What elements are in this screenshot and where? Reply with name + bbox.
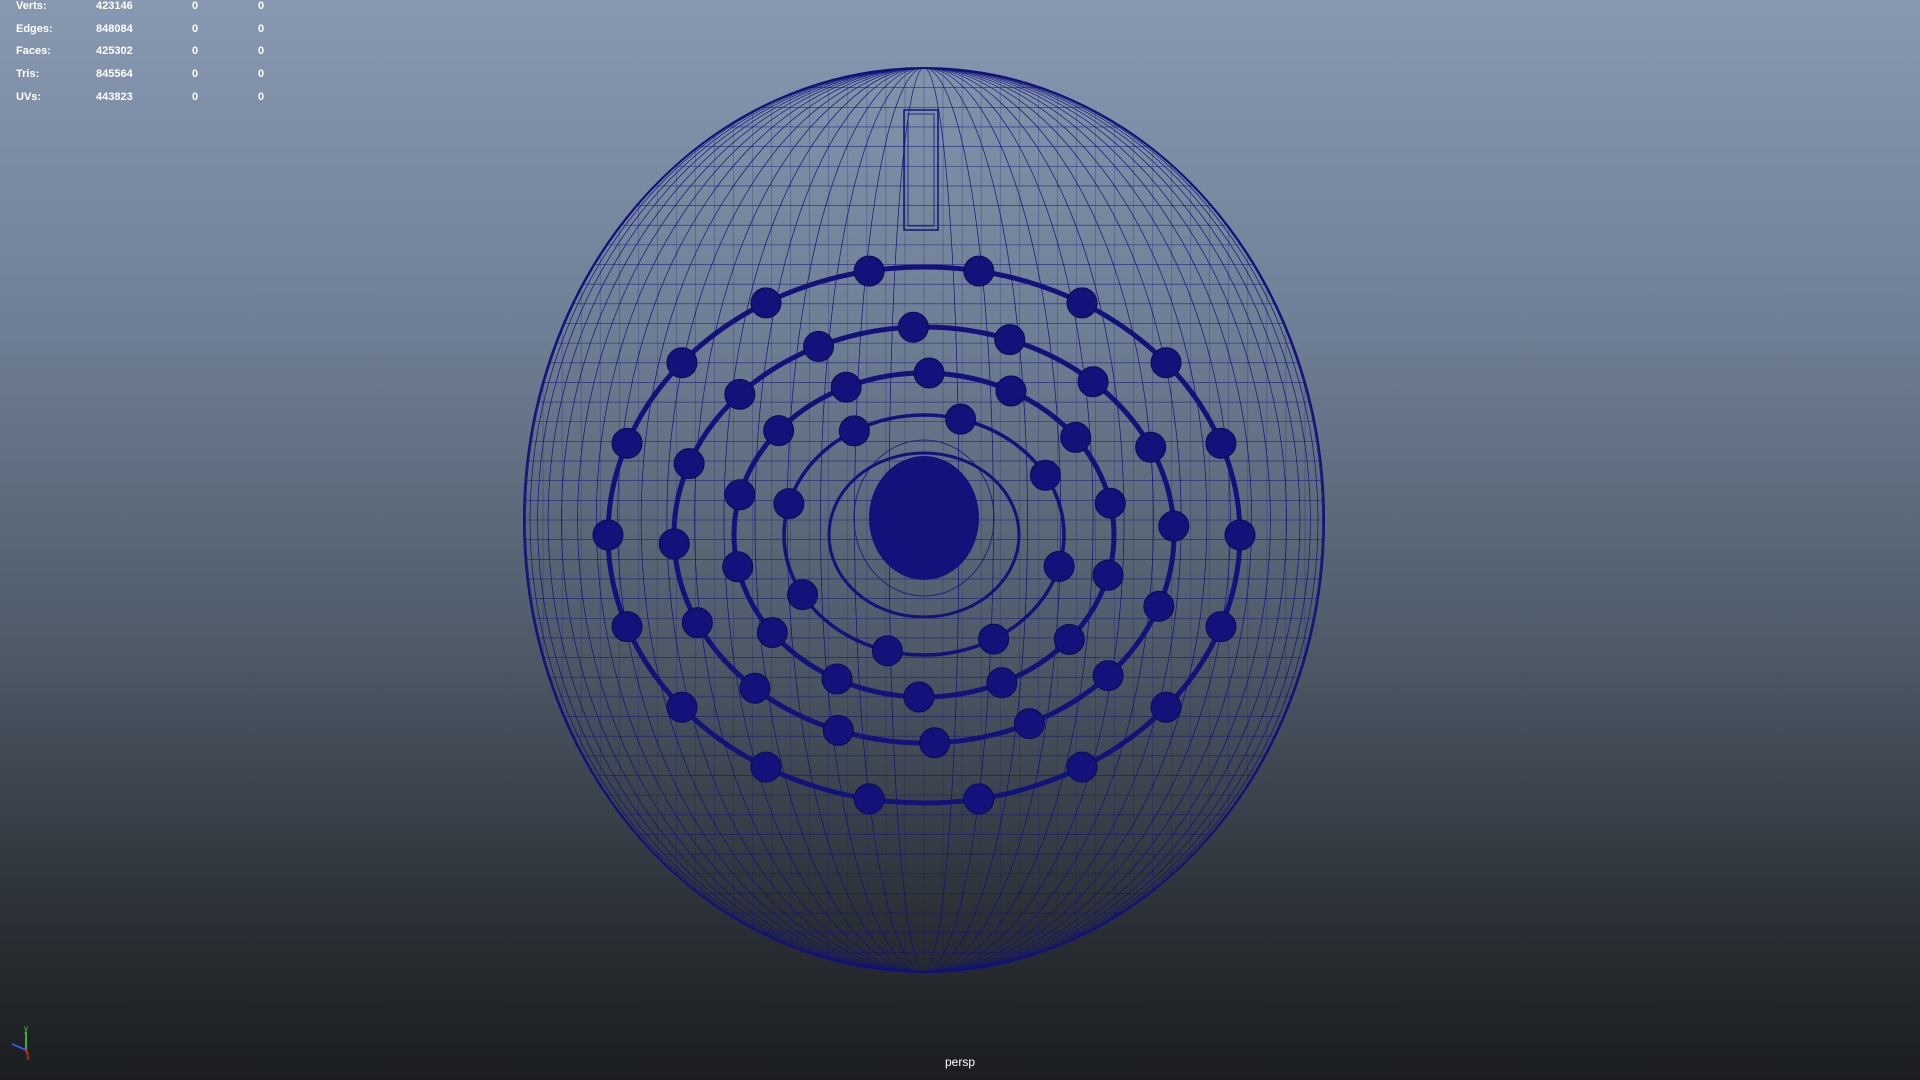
electron	[611, 611, 643, 643]
electron	[978, 623, 1010, 655]
electron	[822, 714, 854, 746]
electron	[1043, 550, 1075, 582]
stat-selected: 0	[192, 45, 199, 58]
electron	[673, 448, 705, 480]
stat-selected: 0	[192, 0, 199, 12]
electron	[1205, 611, 1237, 643]
wireframe-mesh[interactable]	[0, 0, 1920, 1080]
electron	[773, 488, 805, 520]
stat-component: 0	[258, 68, 265, 81]
electron	[945, 403, 977, 435]
electron	[1158, 510, 1190, 542]
stat-component: 0	[258, 22, 265, 35]
electron	[871, 635, 903, 667]
electron	[986, 667, 1018, 699]
electron	[830, 371, 862, 403]
electron	[739, 672, 771, 704]
camera-name-label: persp	[944, 1055, 976, 1069]
electron	[666, 347, 698, 379]
electron	[919, 727, 951, 759]
electron	[821, 663, 853, 695]
electron	[963, 255, 995, 287]
electron	[995, 375, 1027, 407]
electron	[658, 528, 690, 560]
electron	[724, 479, 756, 511]
electron	[994, 324, 1026, 356]
stat-label: Verts:	[16, 0, 47, 12]
electron	[1077, 366, 1109, 398]
stat-label: Faces:	[16, 45, 51, 58]
electron	[897, 311, 929, 343]
stat-total: 425302	[96, 45, 133, 58]
electron	[763, 415, 795, 447]
electron	[1224, 519, 1256, 551]
stat-total: 848084	[96, 22, 133, 35]
electron	[750, 751, 782, 783]
electron	[1150, 347, 1182, 379]
electron	[838, 415, 870, 447]
electron	[853, 783, 885, 815]
electron	[1143, 590, 1175, 622]
stat-component: 0	[258, 0, 265, 12]
top-slot	[903, 109, 939, 231]
electron	[1092, 559, 1124, 591]
electron	[787, 579, 819, 611]
electron	[722, 551, 754, 583]
electron	[1029, 459, 1061, 491]
stat-selected: 0	[192, 22, 199, 35]
stat-component: 0	[258, 90, 265, 103]
electron	[1013, 708, 1045, 740]
electron	[681, 607, 713, 639]
electron	[756, 617, 788, 649]
stat-selected: 0	[192, 68, 199, 81]
stat-selected: 0	[192, 90, 199, 103]
nucleus	[869, 456, 979, 580]
perspective-viewport[interactable]: Verts: 423146 0 0 Edges: 848084 0 0 Face…	[0, 0, 1920, 1080]
stat-label: UVs:	[16, 90, 42, 103]
electron	[1135, 431, 1167, 463]
electron	[1060, 421, 1092, 453]
electron	[592, 519, 624, 551]
electron	[853, 255, 885, 287]
electron	[1066, 287, 1098, 319]
stat-total: 443823	[96, 90, 133, 103]
electron	[666, 691, 698, 723]
top-slot-inner	[907, 113, 935, 227]
electron	[803, 330, 835, 362]
stat-total: 845564	[96, 68, 133, 81]
electron	[724, 378, 756, 410]
electron	[1150, 691, 1182, 723]
axis-y-label: y	[24, 1024, 28, 1033]
electron	[1053, 623, 1085, 655]
stat-total: 423146	[96, 0, 133, 12]
electron	[1205, 427, 1237, 459]
electron	[750, 287, 782, 319]
electron	[1094, 487, 1126, 519]
stat-component: 0	[258, 45, 265, 58]
electron	[611, 427, 643, 459]
electron	[963, 783, 995, 815]
stat-label: Tris:	[16, 68, 40, 81]
stat-label: Edges:	[16, 22, 53, 35]
electron	[1066, 751, 1098, 783]
electron	[1092, 660, 1124, 692]
electron	[903, 681, 935, 713]
electron	[913, 357, 945, 389]
